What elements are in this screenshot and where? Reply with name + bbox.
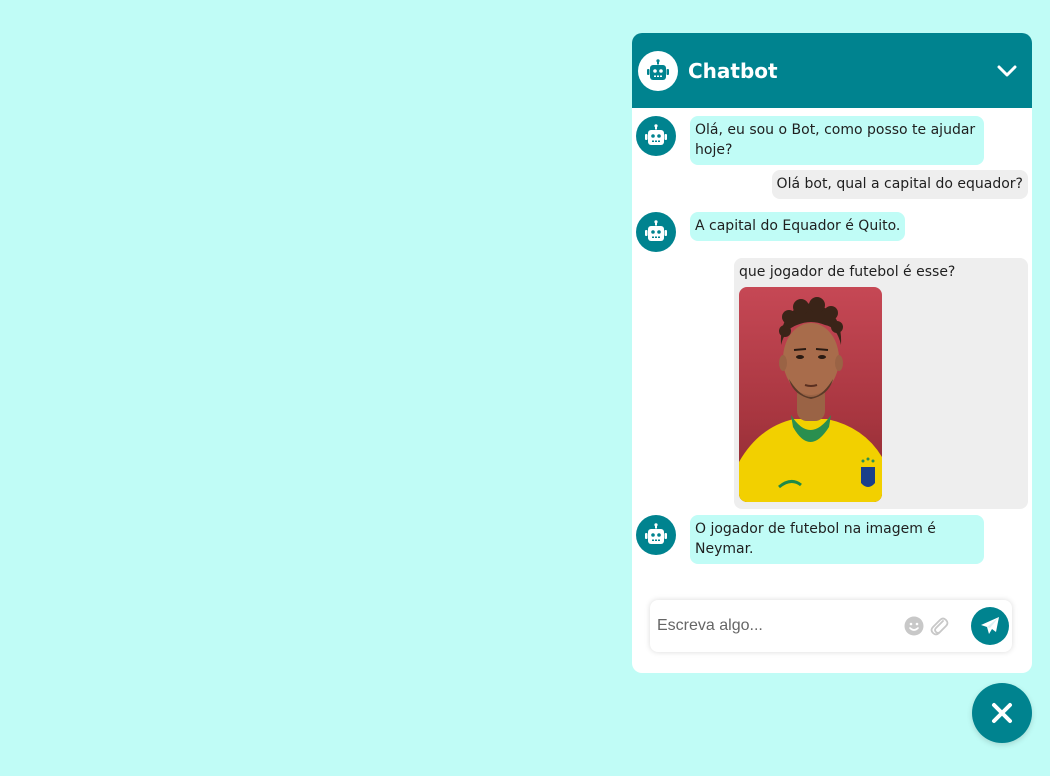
chatbot-window: Chatbot Olá, eu sou o Bot, como posso te… — [632, 33, 1032, 673]
bot-message: Olá, eu sou o Bot, como posso te ajudar … — [636, 116, 984, 165]
robot-icon — [645, 220, 667, 241]
user-message-with-image: que jogador de futebol é esse? — [734, 258, 1028, 509]
message-text: Olá, eu sou o Bot, como posso te ajudar … — [690, 116, 984, 165]
header-avatar — [638, 50, 678, 91]
robot-icon — [645, 124, 667, 145]
user-message: Olá bot, qual a capital do equador? — [771, 170, 1028, 199]
robot-icon — [645, 523, 667, 544]
chat-header: Chatbot — [632, 33, 1032, 108]
bot-message: O jogador de futebol na imagem é Neymar. — [636, 515, 984, 564]
emoji-button[interactable] — [904, 616, 924, 636]
emoji-icon — [904, 616, 924, 636]
message-text: O jogador de futebol na imagem é Neymar. — [690, 515, 984, 564]
chat-title: Chatbot — [688, 58, 778, 83]
send-icon — [981, 617, 999, 634]
message-text: A capital do Equador é Quito. — [690, 212, 906, 241]
bot-avatar — [636, 515, 676, 555]
message-text: que jogador de futebol é esse? — [739, 264, 956, 280]
close-chat-button[interactable] — [972, 683, 1032, 743]
player-photo-image — [739, 287, 882, 502]
robot-icon — [647, 58, 669, 80]
message-input[interactable] — [657, 617, 893, 635]
attach-button[interactable] — [929, 615, 949, 637]
bot-avatar — [636, 116, 676, 156]
send-button[interactable] — [971, 607, 1009, 645]
paperclip-icon — [930, 617, 949, 636]
message-list[interactable]: Olá, eu sou o Bot, como posso te ajudar … — [632, 108, 1032, 598]
player-photo[interactable] — [739, 287, 882, 502]
bot-message: A capital do Equador é Quito. — [636, 212, 906, 252]
chevron-down-icon — [997, 65, 1017, 76]
message-composer — [650, 600, 1012, 652]
close-icon — [992, 703, 1012, 723]
bot-avatar — [636, 212, 676, 252]
collapse-button[interactable] — [992, 56, 1022, 86]
